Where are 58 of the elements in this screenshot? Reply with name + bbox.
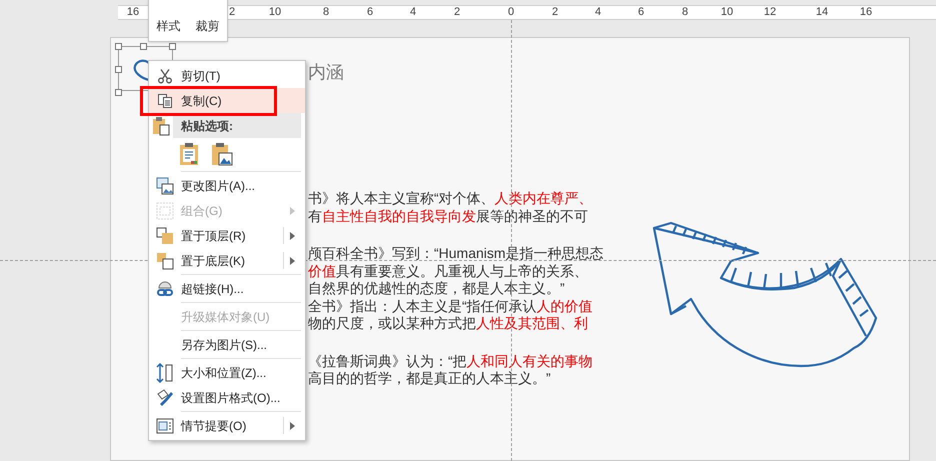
- ruler-number: 2: [452, 5, 462, 20]
- ruler-number: 16: [126, 5, 140, 20]
- storyboard-icon: [156, 418, 174, 434]
- menu-item[interactable]: 置于顶层(R): [149, 223, 305, 248]
- ruler-number: 6: [636, 5, 646, 20]
- format-brush-icon: [156, 388, 174, 406]
- resize-handle[interactable]: [140, 43, 147, 50]
- send-to-back-icon: [156, 252, 174, 270]
- ruler-number: 16: [858, 5, 874, 20]
- ruler-number: 2: [228, 5, 236, 20]
- menu-item[interactable]: 置于底层(K): [149, 248, 305, 273]
- menu-item[interactable]: 复制(C): [149, 88, 305, 113]
- body-text-line: 颅百科全书》写到：“Humanism是指一种思想态: [308, 245, 604, 262]
- ruler-number: 2: [550, 5, 560, 20]
- section-header: 粘贴选项:: [173, 113, 301, 138]
- ruler-number: 0: [506, 5, 516, 20]
- resize-handle[interactable]: [115, 89, 122, 96]
- body-text-line: 《拉鲁斯词典》认为：“把人和同人有关的事物: [308, 352, 594, 370]
- slide-title: 内涵: [308, 61, 344, 84]
- menu-item[interactable]: 设置图片格式(O)...: [149, 385, 305, 410]
- size-position-icon: [156, 362, 174, 382]
- body-text-line: 有自主性自我的自我导向发展等的神圣的不可: [308, 208, 589, 225]
- resize-handle[interactable]: [115, 43, 122, 50]
- body-text-line: 物的尺度，或以某种方式把人性及其范围、利: [308, 315, 589, 332]
- body-text-line: 书》将人本主义宣称“对个体、人类内在尊严、: [308, 190, 594, 208]
- crop-button[interactable]: 裁剪: [194, 19, 220, 33]
- ruler-number: 6: [366, 5, 374, 20]
- menu-item[interactable]: 超链接(H)...: [149, 276, 305, 301]
- scissors-icon: [157, 68, 173, 84]
- ruler-number: 14: [814, 5, 830, 20]
- ruler-number: 12: [762, 5, 778, 20]
- ruler-number: 4: [594, 5, 602, 20]
- menu-item[interactable]: 更改图片(A)...: [149, 173, 305, 198]
- ruler-number: 4: [408, 5, 418, 20]
- ruler-number: 10: [268, 5, 282, 20]
- paste-keep-formatting-icon[interactable]: [179, 142, 201, 166]
- menu-item[interactable]: 情节提要(O): [149, 413, 305, 438]
- change-picture-icon: [156, 176, 174, 194]
- submenu-arrow-icon: [290, 256, 295, 264]
- menu-item[interactable]: 大小和位置(Z)...: [149, 360, 305, 385]
- paste-picture-icon[interactable]: [211, 142, 233, 166]
- clipboard-icon: [152, 116, 170, 136]
- style-button[interactable]: 样式: [156, 19, 182, 33]
- group-icon: [156, 202, 174, 220]
- menu-item[interactable]: 剪切(T): [149, 63, 305, 88]
- bring-to-front-icon: [156, 226, 174, 244]
- ruler-number: 8: [322, 5, 330, 20]
- ruler-number: 10: [720, 5, 734, 20]
- resize-handle[interactable]: [115, 66, 122, 73]
- link-icon: [156, 280, 174, 298]
- submenu-arrow-icon: [290, 206, 295, 214]
- submenu-arrow-icon: [290, 422, 295, 430]
- copy-icon: [157, 92, 173, 108]
- resize-handle[interactable]: [169, 43, 176, 50]
- menu-item[interactable]: 另存为图片(S)...: [149, 332, 305, 357]
- submenu-arrow-icon: [290, 232, 295, 240]
- body-text-line: 全书》指出：人本主义是“指任何承认人的价值: [308, 298, 594, 315]
- ruler-number: 8: [680, 5, 690, 20]
